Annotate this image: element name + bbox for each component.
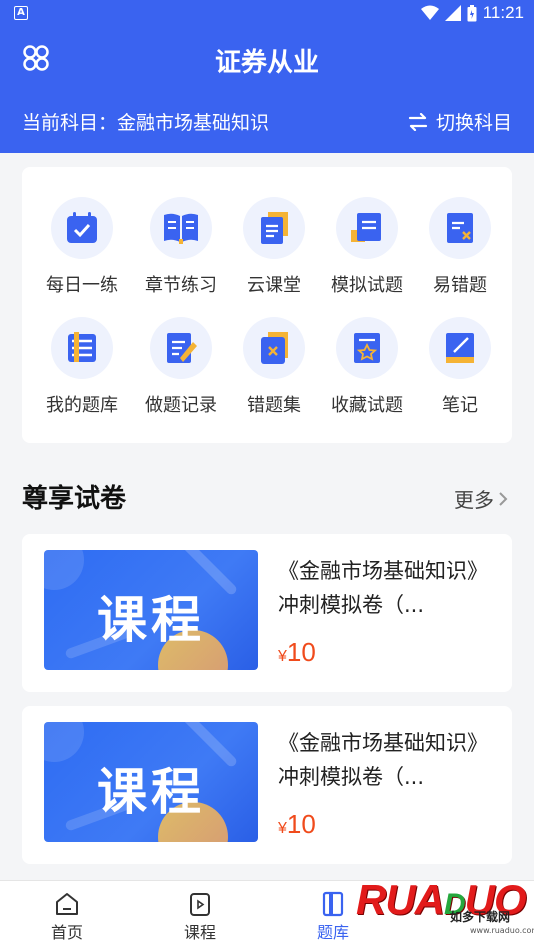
grid-item-mock-exam[interactable]: 模拟试题 [319,197,415,297]
grid-item-error-prone[interactable]: 易错题 [412,197,508,297]
grid-item-cloud-class[interactable]: 云课堂 [226,197,322,297]
home-icon [56,893,78,915]
section-title: 尊享试卷 [22,484,127,514]
wifi-icon [420,5,439,20]
document-icon [261,212,288,244]
course-card[interactable]: 课程 《金融市场基础知识》冲刺模拟卷（... ¥10 [22,706,512,864]
notebook-pen-icon [446,333,474,363]
video-course-icon [190,893,210,916]
grid-item-label: 每日一练 [46,275,118,296]
status-bar: A 11:21 [0,0,534,28]
clock: 11:21 [482,3,524,22]
grid-item-practice-record[interactable]: 做题记录 [133,317,229,417]
question-bank-tab-icon [322,891,344,917]
grid-item-label: 收藏试题 [331,395,403,416]
grid-item-daily-practice[interactable]: 每日一练 [34,197,130,297]
course-price: ¥10 [278,809,316,839]
grid-item-label: 我的题库 [46,395,118,416]
tab-courses[interactable]: 课程 [160,889,240,943]
tab-label: 首页 [50,923,83,942]
switch-subject-label: 切换科目 [435,112,512,134]
grid-item-notes[interactable]: 笔记 [412,317,508,417]
grid-item-my-bank[interactable]: 我的题库 [34,317,130,417]
thumbnail-text: 课程 [97,763,205,821]
watermark-url: www.ruaduo.com [470,926,534,935]
grid-item-label: 章节练习 [145,275,217,296]
page-title: 证券从业 [214,48,319,78]
switch-subject-button[interactable]: 切换科目 [408,108,512,135]
watermark-logo: RUADUO 如多下载网 www.ruaduo.com [350,876,534,950]
battery-icon [467,4,477,21]
tab-home[interactable]: 首页 [27,889,107,943]
wrong-note-icon [447,213,473,243]
grid-item-label: 笔记 [442,395,478,416]
grid-item-label: 易错题 [433,275,487,296]
signal-icon [444,5,461,21]
app-header: 证券从业 当前科目：金融市场基础知识 切换科目 [0,28,534,153]
thumbnail-text: 课程 [97,591,205,649]
grid-item-label: 模拟试题 [331,275,403,296]
chevron-right-icon [499,491,508,506]
course-price: ¥10 [278,637,316,667]
course-name: 《金融市场基础知识》冲刺模拟卷（... [278,559,488,617]
grid-item-label: 云课堂 [247,275,301,296]
notification-icon: A [14,6,28,20]
calendar-check-icon [67,212,97,243]
grid-item-chapter-practice[interactable]: 章节练习 [133,197,229,297]
course-thumbnail: 课程 [44,550,258,670]
grid-item-label: 错题集 [247,395,301,416]
wrong-set-icon [261,332,288,364]
grid-item-label: 做题记录 [145,395,217,416]
edit-record-icon [167,333,197,363]
current-subject: 当前科目：金融市场基础知识 [22,112,270,134]
grid-item-favorites[interactable]: 收藏试题 [319,317,415,417]
tab-label: 课程 [183,923,216,942]
watermark-slogan: 如多下载网 [450,910,511,924]
more-link[interactable]: 更多 [454,484,508,513]
grid-item-wrong-set[interactable]: 错题集 [226,317,322,417]
course-name: 《金融市场基础知识》冲刺模拟卷（... [278,731,488,789]
star-document-icon [354,333,380,363]
question-bank-icon [68,332,96,362]
feature-grid: 每日一练 章节练习 云课堂 模拟试题 易错题 我的题库 做题记录 错题集 收藏试… [22,167,512,443]
open-book-icon [164,213,198,244]
more-label: 更多 [454,488,494,512]
swap-icon [408,112,428,131]
course-card[interactable]: 课程 《金融市场基础知识》冲刺模拟卷（... ¥10 [22,534,512,692]
course-thumbnail: 课程 [44,722,258,842]
exam-paper-icon [351,213,381,242]
